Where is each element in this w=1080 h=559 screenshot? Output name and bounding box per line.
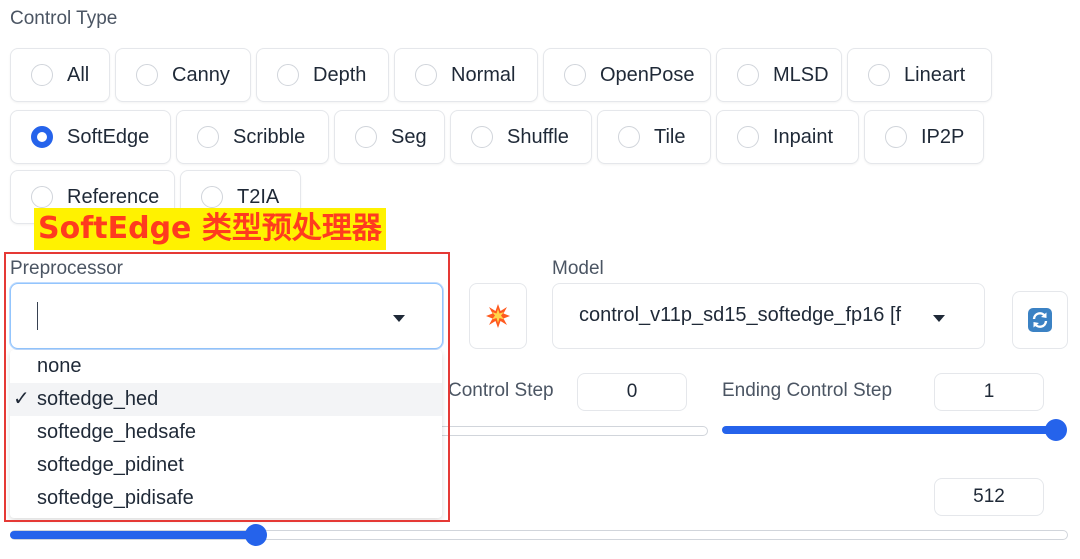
radio-label: SoftEdge	[67, 125, 150, 148]
ending-control-step-label: Ending Control Step	[722, 380, 893, 401]
refresh-models-button[interactable]	[1012, 291, 1068, 349]
resolution-input[interactable]: 512	[934, 478, 1044, 516]
radio-shuffle[interactable]: Shuffle	[450, 110, 592, 164]
radio-label: Tile	[654, 125, 686, 148]
radio-label: Normal	[451, 63, 516, 86]
radio-label: Reference	[67, 185, 160, 208]
control-type-row-1: All Canny Depth Normal OpenPose MLSD Lin…	[10, 48, 997, 102]
chevron-down-icon[interactable]	[933, 315, 945, 322]
radio-circle[interactable]	[415, 64, 437, 86]
radio-lineart[interactable]: Lineart	[847, 48, 992, 102]
radio-label: Depth	[313, 63, 367, 86]
radio-label: Scribble	[233, 125, 306, 148]
radio-scribble[interactable]: Scribble	[176, 110, 329, 164]
radio-label: Inpaint	[773, 125, 834, 148]
radio-circle[interactable]	[868, 64, 890, 86]
radio-circle[interactable]	[737, 126, 759, 148]
radio-circle[interactable]	[618, 126, 640, 148]
radio-openpose[interactable]: OpenPose	[543, 48, 711, 102]
radio-label: All	[67, 63, 90, 86]
ending-control-step-input[interactable]: 1	[934, 373, 1044, 411]
explosion-icon	[486, 304, 510, 328]
radio-inpaint[interactable]: Inpaint	[716, 110, 859, 164]
radio-label: MLSD	[773, 63, 829, 86]
model-select[interactable]: control_v11p_sd15_softedge_fp16 [f	[552, 283, 985, 349]
radio-label: OpenPose	[600, 63, 695, 86]
starting-control-step-label: Control Step	[448, 380, 554, 401]
radio-mlsd[interactable]: MLSD	[716, 48, 842, 102]
radio-label: Shuffle	[507, 125, 569, 148]
radio-label: Seg	[391, 125, 427, 148]
radio-ip2p[interactable]: IP2P	[864, 110, 984, 164]
control-type-label: Control Type	[10, 8, 118, 29]
radio-circle[interactable]	[471, 126, 493, 148]
radio-circle[interactable]	[31, 186, 53, 208]
annotation-banner: SoftEdge 类型预处理器	[34, 208, 386, 250]
starting-control-step-slider[interactable]	[430, 426, 708, 436]
radio-softedge[interactable]: SoftEdge	[10, 110, 171, 164]
radio-normal[interactable]: Normal	[394, 48, 538, 102]
radio-canny[interactable]: Canny	[115, 48, 251, 102]
radio-all[interactable]: All	[10, 48, 110, 102]
radio-circle[interactable]	[737, 64, 759, 86]
radio-tile[interactable]: Tile	[597, 110, 711, 164]
model-value: control_v11p_sd15_softedge_fp16 [f	[579, 304, 902, 326]
ending-control-step-slider[interactable]	[722, 426, 1058, 434]
radio-circle[interactable]	[31, 64, 53, 86]
starting-control-step-input[interactable]: 0	[577, 373, 687, 411]
radio-circle[interactable]	[197, 126, 219, 148]
ending-control-step-slider-thumb[interactable]	[1045, 419, 1067, 441]
model-label: Model	[552, 258, 604, 279]
run-preprocessor-button[interactable]	[469, 283, 527, 349]
radio-label: IP2P	[921, 125, 965, 148]
resolution-slider-thumb[interactable]	[245, 524, 267, 546]
radio-circle[interactable]	[136, 64, 158, 86]
refresh-icon	[1028, 308, 1052, 332]
annotation-highlight-box	[4, 252, 450, 522]
control-type-row-2: SoftEdge Scribble Seg Shuffle Tile Inpai…	[10, 110, 989, 164]
radio-label: T2IA	[237, 185, 280, 208]
radio-circle[interactable]	[564, 64, 586, 86]
radio-circle-checked[interactable]	[31, 126, 53, 148]
resolution-slider-fill	[10, 531, 255, 539]
radio-circle[interactable]	[355, 126, 377, 148]
radio-label: Canny	[172, 63, 230, 86]
radio-circle[interactable]	[277, 64, 299, 86]
radio-label: Lineart	[904, 63, 966, 86]
radio-circle[interactable]	[201, 186, 223, 208]
radio-seg[interactable]: Seg	[334, 110, 445, 164]
radio-depth[interactable]: Depth	[256, 48, 389, 102]
radio-circle[interactable]	[885, 126, 907, 148]
